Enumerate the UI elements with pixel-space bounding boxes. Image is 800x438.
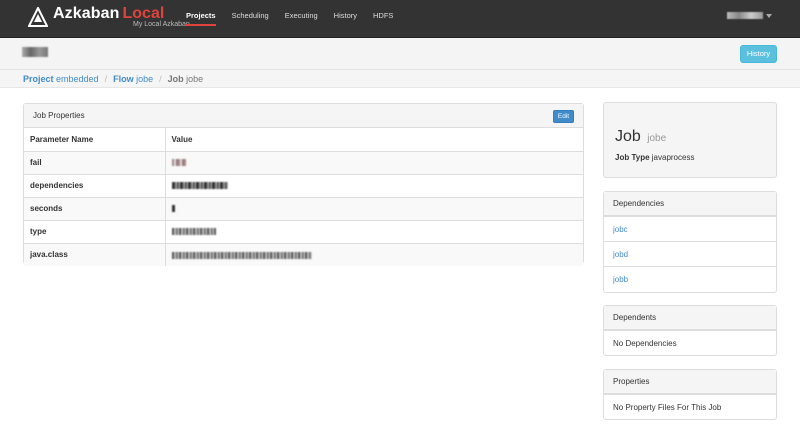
value-redacted <box>171 182 228 190</box>
dependency-link[interactable]: jobb <box>604 266 776 291</box>
properties-files-empty: No Property Files For This Job <box>604 394 776 419</box>
job-properties-heading: Job Properties Edit <box>24 104 583 128</box>
param-name: type <box>24 220 166 244</box>
param-value <box>165 197 583 221</box>
breadcrumb-project[interactable]: Project embedded <box>23 74 99 84</box>
param-value <box>165 174 583 198</box>
nav-scheduling[interactable]: Scheduling <box>224 0 277 38</box>
dependents-empty: No Dependencies <box>604 330 776 355</box>
param-name: dependencies <box>24 174 166 198</box>
job-summary-card: Job jobe Job Type javaprocess <box>603 102 777 178</box>
user-menu[interactable] <box>727 12 772 19</box>
param-name: java.class <box>24 243 166 266</box>
param-name: seconds <box>24 197 166 221</box>
param-name: fail <box>24 151 166 175</box>
job-name: jobe <box>647 133 667 144</box>
table-row: dependencies <box>24 174 583 198</box>
brand-name: Azkaban <box>53 5 120 22</box>
properties-files-heading: Properties <box>604 370 776 394</box>
table-header-row: Parameter Name Value <box>24 128 583 152</box>
param-value <box>165 220 583 244</box>
value-redacted <box>171 205 175 213</box>
job-type: Job Type javaprocess <box>615 153 695 162</box>
table-row: fail <box>24 151 583 175</box>
dependents-heading: Dependents <box>604 306 776 330</box>
column-header-value: Value <box>165 128 583 152</box>
chevron-down-icon <box>766 13 772 18</box>
breadcrumb-separator: / <box>159 73 162 84</box>
table-row: java.class <box>24 243 583 266</box>
job-type-value: javaprocess <box>651 153 695 162</box>
column-header-parameter: Parameter Name <box>24 128 166 152</box>
job-properties-title: Job Properties <box>33 111 85 120</box>
value-redacted <box>171 159 186 167</box>
value-redacted <box>171 251 312 259</box>
page-title-redacted <box>22 47 48 57</box>
edit-button[interactable]: Edit <box>553 110 574 123</box>
param-value <box>165 243 583 266</box>
dependents-panel: Dependents No Dependencies <box>603 305 777 356</box>
breadcrumb: Project embedded / Flow jobe / Job jobe <box>0 70 800 88</box>
table-row: seconds <box>24 197 583 221</box>
properties-files-panel: Properties No Property Files For This Jo… <box>603 369 777 420</box>
dependency-link[interactable]: jobd <box>604 241 776 266</box>
properties-table: Parameter Name Value fail dependencies s… <box>24 128 583 266</box>
job-title: Job jobe <box>615 128 667 145</box>
brand-env: Local <box>122 5 165 22</box>
azkaban-logo-icon <box>28 7 48 27</box>
table-row: type <box>24 220 583 244</box>
nav-executing[interactable]: Executing <box>277 0 326 38</box>
job-properties-panel: Job Properties Edit Parameter Name Value… <box>23 103 584 266</box>
main-nav: Projects Scheduling Executing History HD… <box>178 0 401 38</box>
navbar: Azkaban Local My Local Azkaban Projects S… <box>0 0 800 38</box>
dependencies-panel: Dependencies jobc jobd jobb <box>603 191 777 293</box>
dependencies-heading: Dependencies <box>604 192 776 216</box>
user-name-redacted <box>727 12 763 19</box>
nav-hdfs[interactable]: HDFS <box>365 0 401 38</box>
value-redacted <box>171 228 216 236</box>
breadcrumb-separator: / <box>104 73 108 84</box>
dependency-link[interactable]: jobc <box>604 216 776 241</box>
breadcrumb-job: Job jobe <box>167 73 204 84</box>
param-value <box>165 151 583 175</box>
page-header: History <box>0 38 800 70</box>
breadcrumb-flow[interactable]: Flow jobe <box>113 74 153 84</box>
nav-history[interactable]: History <box>326 0 365 38</box>
nav-projects[interactable]: Projects <box>178 0 224 38</box>
history-button[interactable]: History <box>740 45 777 63</box>
